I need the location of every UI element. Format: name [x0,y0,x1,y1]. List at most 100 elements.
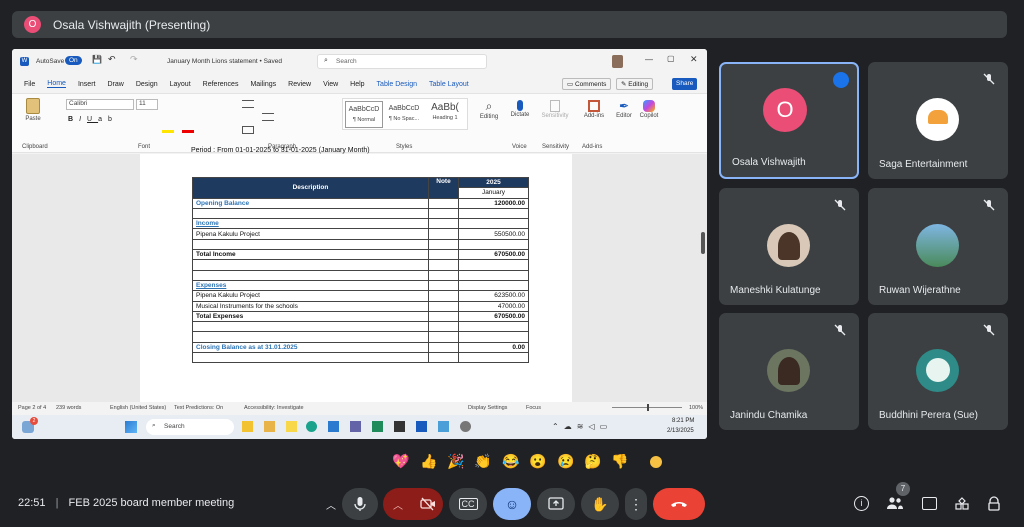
participant-tile-janindu[interactable]: Janindu Chamika [719,313,859,430]
redo-icon[interactable]: ↷ [130,54,138,65]
scroll-thumb[interactable] [701,232,705,254]
tab-insert[interactable]: Insert [78,81,96,88]
vscode-icon[interactable] [328,421,339,432]
row-value[interactable]: 120000.00 [458,197,529,209]
style-heading-1[interactable]: AaBb( Heading 1 [425,101,465,128]
audio-options-button[interactable]: ︿ [320,488,342,520]
row-value[interactable] [458,218,529,230]
leave-call-button[interactable] [653,488,705,520]
zoom-slider-thumb[interactable] [647,404,649,411]
wifi-icon[interactable]: ≋ [577,422,589,431]
page-count[interactable]: Page 2 of 4 [18,405,46,411]
row-note[interactable] [428,249,459,261]
chat-icon[interactable] [922,497,937,510]
user-avatar[interactable] [612,55,623,68]
row-description[interactable]: Pipena Kakulu Project [192,228,429,240]
battery-icon[interactable]: ▭ [600,422,613,431]
comments-button[interactable]: ▭ Comments [562,78,612,90]
font-size-select[interactable]: 11 [136,99,158,110]
row-value[interactable]: 0.00 [458,341,529,354]
camera-off-button[interactable] [413,488,443,520]
tab-view[interactable]: View [323,81,338,88]
row-description[interactable] [192,321,429,333]
save-icon[interactable]: 💾 [92,55,102,64]
strikethrough-icon[interactable]: ab [98,116,118,123]
people-button[interactable] [886,496,904,512]
excel-like-icon[interactable] [372,421,383,432]
row-description[interactable]: Total Expenses [192,310,429,323]
font-name-select[interactable]: Calibri [66,99,134,110]
row-value[interactable]: 670500.00 [458,249,529,261]
taskbar-search[interactable]: ⌕ Search [146,419,234,435]
zoom-level[interactable]: 100% [689,405,703,411]
maximize-icon[interactable]: ▢ [667,54,675,63]
tab-table-layout[interactable]: Table Layout [429,81,469,88]
row-description[interactable]: Total Income [192,249,429,261]
bold-icon[interactable]: B [68,116,79,123]
text-predictions-status[interactable]: Text Predictions: On [174,405,223,411]
activities-icon[interactable] [955,497,969,511]
row-note[interactable] [428,290,459,302]
host-controls-icon[interactable] [987,496,1001,511]
paste-button[interactable]: Paste [20,98,46,134]
row-note[interactable] [428,228,459,240]
row-value[interactable] [458,321,529,333]
row-value[interactable] [458,331,529,343]
row-description[interactable] [192,269,429,281]
row-description[interactable]: Musical Instruments for the schools [192,300,429,312]
file-explorer-icon[interactable] [242,421,253,432]
search-box[interactable]: ⌕ Search [317,54,487,69]
skin-tone-picker[interactable] [649,455,663,469]
shading-icon[interactable] [242,126,254,134]
terminal-icon[interactable] [394,421,405,432]
row-note[interactable] [428,259,459,271]
row-note[interactable] [428,218,459,230]
row-description[interactable]: Opening Balance [192,197,429,209]
onedrive-icon[interactable]: ☁ [564,422,577,431]
reaction-sad[interactable]: 😢 [557,453,574,470]
emoji-button[interactable]: ☺ [493,488,531,520]
row-note[interactable] [428,352,459,364]
reaction-party[interactable]: 🎉 [447,453,464,470]
row-description[interactable] [192,238,429,251]
row-note[interactable] [428,269,459,281]
editing-mode-button[interactable]: ✎ Editing [616,78,654,90]
row-value[interactable]: 47000.00 [458,300,529,312]
accessibility-status[interactable]: Accessibility: Investigate [244,405,304,411]
chevron-up-icon[interactable]: ⌃ [552,422,564,431]
bullets-icon[interactable] [242,100,254,108]
row-description[interactable] [192,331,429,343]
style-no-spacing[interactable]: AaBbCcD ¶ No Spac... [385,101,423,128]
app-icon[interactable] [438,421,449,432]
add-ins-button[interactable]: Add-ins [582,99,606,119]
edge-icon[interactable] [306,421,317,432]
share-button[interactable]: Share [672,78,698,90]
reaction-surprised[interactable]: 😮 [529,453,546,470]
taskbar-date[interactable]: 2/13/2025 [667,428,694,434]
reaction-laugh[interactable]: 😂 [502,453,519,470]
row-description[interactable] [192,207,429,220]
present-button[interactable] [537,488,575,520]
vertical-scrollbar[interactable] [700,154,706,404]
focus-button[interactable]: Focus [526,405,541,411]
row-value[interactable] [458,269,529,281]
participant-tile-saga[interactable]: Saga Entertainment [868,62,1008,179]
row-value[interactable] [458,279,529,292]
language-status[interactable]: English (United States) [110,405,166,411]
italic-icon[interactable]: I [79,116,87,123]
tab-file[interactable]: File [24,81,35,88]
row-note[interactable] [428,279,459,292]
more-options-button[interactable]: ⋮ [625,488,647,520]
captions-button[interactable]: CC [449,488,487,520]
close-icon[interactable]: ✕ [690,54,698,65]
word-count[interactable]: 239 words [56,405,81,411]
tab-home[interactable]: Home [47,80,66,88]
row-description[interactable]: Pipena Kakulu Project [192,290,429,302]
video-options-button[interactable]: ︿ [383,488,413,520]
reaction-thumbs-up[interactable]: 👍 [420,453,437,470]
row-note[interactable] [428,238,459,251]
row-description[interactable] [192,259,429,271]
row-note[interactable] [428,310,459,323]
participant-tile-buddhini[interactable]: Buddhini Perera (Sue) [868,313,1008,430]
sensitivity-button[interactable]: Sensitivity [538,99,572,119]
